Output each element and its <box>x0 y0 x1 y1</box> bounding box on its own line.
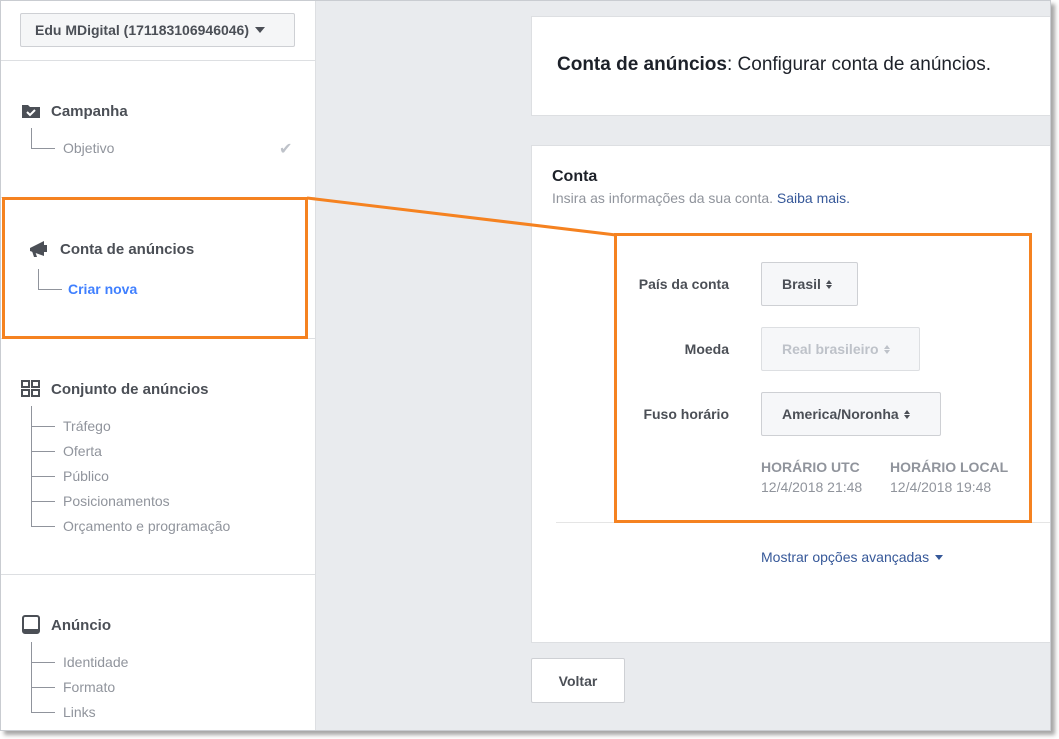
tree-line <box>31 426 55 427</box>
highlight-box-sidebar <box>2 197 308 339</box>
sidebar-item-objetivo[interactable]: Objetivo <box>63 140 114 156</box>
tree-line <box>31 476 55 477</box>
account-selector-label: Edu MDigital (171183106946046) <box>35 22 250 38</box>
sidebar-item-posicionamentos[interactable]: Posicionamentos <box>63 493 170 509</box>
tree-line <box>31 662 55 663</box>
section-label: Conjunto de anúncios <box>51 380 209 398</box>
tablet-icon <box>21 615 41 635</box>
page-title: Conta de anúncios: Configurar conta de a… <box>557 54 991 76</box>
sidebar-section-campanha[interactable]: Campanha <box>21 101 128 121</box>
description-text: Insira as informações da sua conta. <box>552 190 774 206</box>
tree-line <box>31 406 32 526</box>
sidebar-section-anuncio[interactable]: Anúncio <box>21 615 111 635</box>
sidebar-item-links[interactable]: Links <box>63 704 96 720</box>
divider <box>1 60 316 61</box>
chevron-down-icon <box>255 27 266 33</box>
tree-line <box>31 501 55 502</box>
tree-line <box>31 526 55 527</box>
tree-line <box>31 642 32 712</box>
grid-icon <box>21 379 41 399</box>
divider <box>1 574 316 575</box>
highlight-box-fields <box>614 233 1032 523</box>
tree-line <box>31 148 55 149</box>
tree-line <box>31 128 32 148</box>
card-description: Insira as informações da sua conta. Saib… <box>552 190 850 206</box>
sidebar-item-oferta[interactable]: Oferta <box>63 443 102 459</box>
sidebar-item-identidade[interactable]: Identidade <box>63 654 128 670</box>
sidebar-item-publico[interactable]: Público <box>63 468 109 484</box>
sidebar-item-orcamento[interactable]: Orçamento e programação <box>63 518 230 534</box>
page-header: Conta de anúncios: Configurar conta de a… <box>531 16 1050 116</box>
page-title-bold: Conta de anúncios <box>557 54 727 75</box>
learn-more-link[interactable]: Saiba mais. <box>777 190 850 206</box>
tree-line <box>31 712 55 713</box>
tree-line <box>31 687 55 688</box>
folder-check-icon <box>21 101 41 121</box>
sidebar: Edu MDigital (171183106946046) Campanha … <box>1 1 316 730</box>
tree-line <box>31 451 55 452</box>
checkmark-icon: ✔ <box>279 141 293 158</box>
section-label: Campanha <box>51 102 128 120</box>
account-selector[interactable]: Edu MDigital (171183106946046) <box>20 13 295 47</box>
sidebar-item-trafego[interactable]: Tráfego <box>63 418 111 434</box>
sidebar-item-formato[interactable]: Formato <box>63 679 115 695</box>
chevron-down-icon <box>935 554 944 560</box>
section-label: Anúncio <box>51 616 111 634</box>
page-title-rest: : Configurar conta de anúncios. <box>726 54 992 75</box>
sidebar-section-conjunto[interactable]: Conjunto de anúncios <box>21 379 209 399</box>
advanced-options-label: Mostrar opções avançadas <box>761 549 930 565</box>
card-title: Conta <box>552 168 598 185</box>
advanced-options-link[interactable]: Mostrar opções avançadas <box>761 549 944 565</box>
back-button[interactable]: Voltar <box>531 658 625 703</box>
